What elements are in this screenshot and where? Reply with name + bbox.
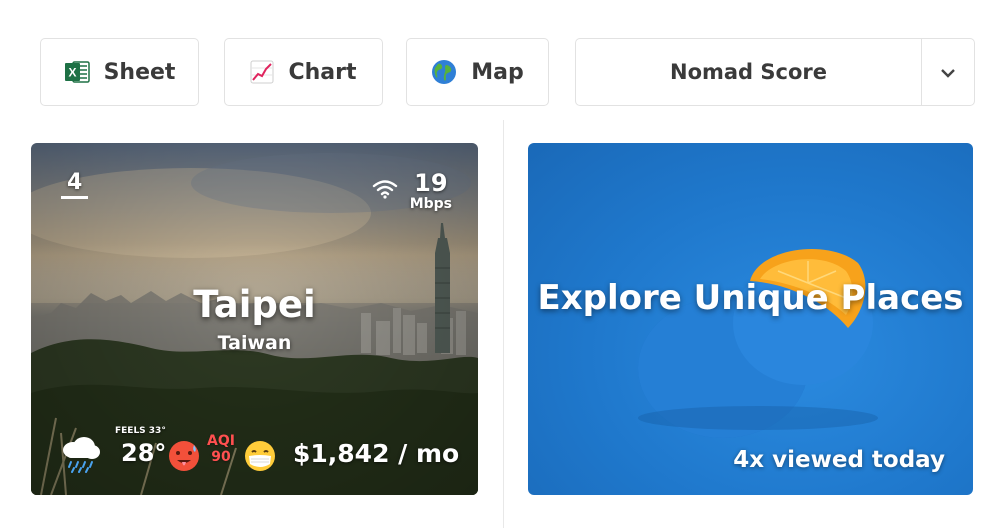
rank-number: 4 [61,170,89,199]
temperature: 28° [121,439,167,467]
toolbar: X Sheet Chart Map Nomad Score [40,38,975,106]
mask-face-icon [243,439,277,477]
chart-up-icon [250,60,274,84]
map-label: Map [471,59,524,85]
hot-face-icon [167,439,201,477]
air-quality: AQI 90 [207,433,235,465]
map-view-button[interactable]: Map [406,38,549,106]
globe-icon [431,59,457,85]
svg-text:X: X [68,66,76,80]
spreadsheet-icon: X [64,60,90,84]
aqi-label: AQI [207,433,235,449]
sort-select-value[interactable]: Nomad Score [576,39,921,105]
internet-speed-value: 19 [414,169,448,197]
viewed-count: 4x viewed today [733,447,945,473]
city-name: Taipei [193,283,316,326]
sort-select[interactable]: Nomad Score [575,38,975,106]
monthly-cost: $1,842 / mo [293,439,460,468]
wifi-icon [372,179,398,203]
internet-speed: 19 Mbps [410,170,452,212]
explore-title: Explore Unique Places [537,278,964,318]
chart-label: Chart [288,59,357,85]
city-card-taipei[interactable]: 4 19 Mbps Taipei Taiwan FEELS 33° 28° AQ… [31,143,478,495]
chevron-down-icon [940,63,956,82]
country-name: Taiwan [217,332,292,354]
explore-unique-places-card[interactable]: Explore Unique Places 4x viewed today [528,143,973,495]
sheet-label: Sheet [103,59,176,85]
sort-dropdown-toggle[interactable] [921,39,974,105]
feels-like: FEELS 33° [115,426,166,436]
column-divider [503,120,504,528]
chart-view-button[interactable]: Chart [224,38,383,106]
internet-speed-unit: Mbps [409,196,452,212]
aqi-value: 90 [211,449,231,465]
rain-cloud-icon [59,435,101,477]
sheet-view-button[interactable]: X Sheet [40,38,199,106]
